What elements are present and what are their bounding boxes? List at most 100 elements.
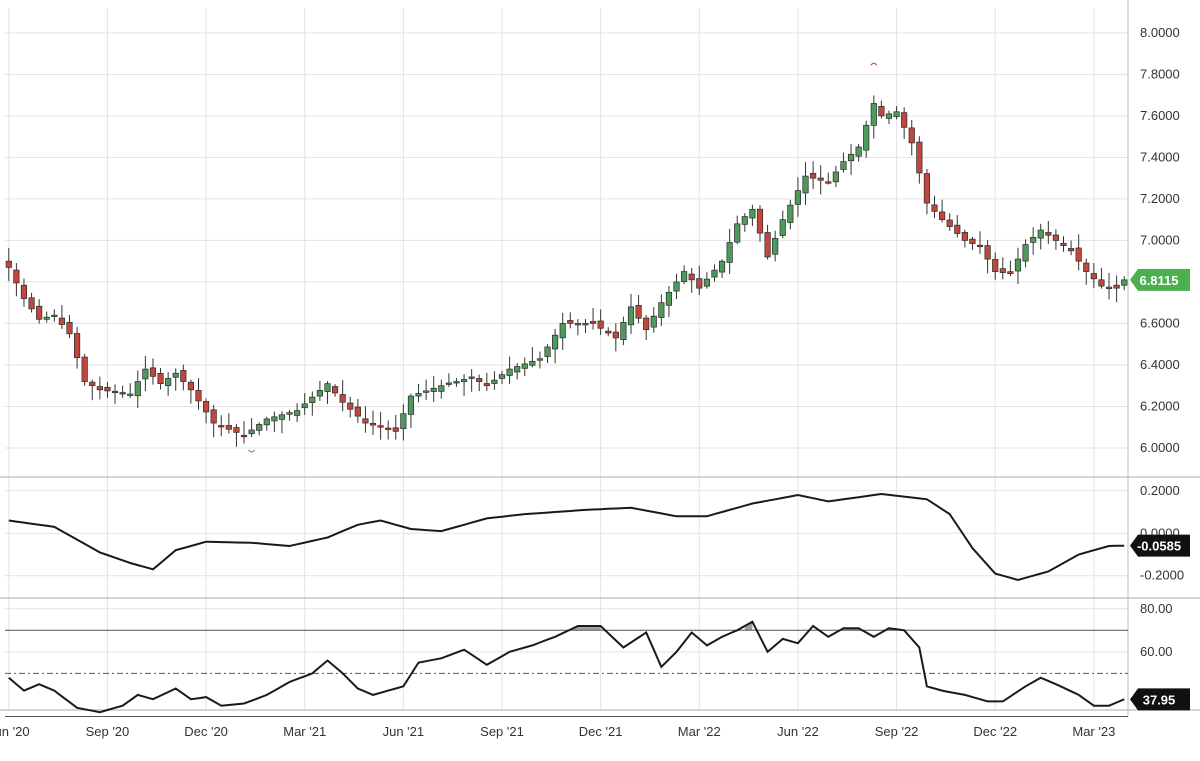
osc-y-tick-label: -0.2000 <box>1140 568 1184 583</box>
candle-up <box>703 278 710 287</box>
candle-up <box>855 146 862 157</box>
candle-down <box>66 322 73 335</box>
candle-down <box>104 386 111 392</box>
candle-down <box>157 373 164 384</box>
candle-down <box>688 273 695 281</box>
x-axis-date-label: Jun '22 <box>777 724 819 739</box>
candle-up <box>256 424 263 431</box>
price-last-value-badge-text: 6.8115 <box>1139 273 1178 288</box>
candle-up <box>521 363 528 369</box>
candle-up <box>582 323 589 326</box>
candle-down <box>58 317 65 325</box>
candle-down <box>1098 279 1105 287</box>
price-y-tick-label: 7.4000 <box>1140 149 1180 164</box>
candle-up <box>43 316 50 320</box>
candle-down <box>908 127 915 144</box>
candle-down <box>1068 248 1075 252</box>
candle-down <box>878 105 885 117</box>
candle-down <box>233 427 240 433</box>
candle-down <box>119 392 126 395</box>
candle-up <box>286 412 293 415</box>
candle-down <box>36 305 43 320</box>
candle-down <box>605 330 612 334</box>
candle-down <box>1090 273 1097 280</box>
candle-down <box>483 383 490 387</box>
candle-up <box>324 383 331 392</box>
candle-down <box>643 317 650 331</box>
candle-up <box>885 113 893 119</box>
candle-up <box>681 271 688 282</box>
x-axis-date-label: Mar '21 <box>283 724 326 739</box>
candle-down <box>954 224 961 234</box>
candle-down <box>999 268 1006 273</box>
candle-down <box>923 173 931 204</box>
x-axis-date-label: Dec '21 <box>579 724 623 739</box>
candle-up <box>650 315 657 328</box>
chart-root: 8.00007.80007.60007.40007.20007.00006.80… <box>0 0 1200 756</box>
candle-down <box>195 390 202 402</box>
candle-up <box>1022 244 1029 262</box>
candle-up <box>574 323 581 326</box>
candle-up <box>514 366 521 373</box>
candle-up <box>802 175 809 194</box>
candle-up <box>726 242 733 263</box>
candle-down <box>1045 232 1052 236</box>
candle-down <box>764 232 771 258</box>
candle-up <box>673 281 680 292</box>
x-axis-date-label: Jun '21 <box>383 724 425 739</box>
grid-layer <box>5 8 1128 710</box>
candle-up <box>271 416 278 422</box>
candle-down <box>347 402 354 410</box>
candle-up <box>749 208 756 219</box>
candle-down <box>210 409 217 424</box>
candle-up <box>1121 279 1128 286</box>
candle-down <box>1083 262 1090 272</box>
period-low-marker <box>248 449 256 453</box>
candle-up <box>1037 229 1044 239</box>
candle-down <box>976 244 984 248</box>
candle-up <box>536 358 544 361</box>
candle-up <box>1105 286 1113 290</box>
candle-down <box>96 386 103 391</box>
candle-down <box>225 425 232 430</box>
candle-up <box>772 237 779 255</box>
reference-lines-layer <box>5 629 1128 717</box>
candle-down <box>392 427 399 432</box>
period-high-marker <box>870 62 878 66</box>
candle-down <box>992 259 999 272</box>
rsi-line <box>8 620 1125 714</box>
candle-up <box>294 410 301 416</box>
candle-down <box>916 141 923 174</box>
price-y-tick-label: 8.0000 <box>1140 25 1180 40</box>
x-axis-date-labels: Jun '20 Sep '20 Dec '20 Mar '21 Jun '21 Sep '… <box>0 724 1115 739</box>
price-y-tick-label: 6.2000 <box>1140 398 1180 413</box>
price-y-tick-label: 7.6000 <box>1140 108 1180 123</box>
candle-down <box>817 177 824 181</box>
candle-up <box>787 204 794 223</box>
candle-down <box>1060 242 1067 246</box>
candle-up <box>423 390 430 393</box>
candle-up <box>741 216 748 225</box>
candle-down <box>13 269 20 284</box>
candle-down <box>476 378 483 382</box>
price-chart-svg: 8.00007.80007.60007.40007.20007.00006.80… <box>0 0 1200 739</box>
candle-down <box>218 425 225 428</box>
candle-down <box>946 219 953 227</box>
price-y-tick-label: 6.4000 <box>1140 357 1180 372</box>
candle-up <box>491 379 498 384</box>
x-axis-date-label: Sep '21 <box>480 724 524 739</box>
candle-down <box>369 423 377 426</box>
candle-up <box>658 302 665 318</box>
candle-down <box>612 331 619 339</box>
candle-down <box>20 284 28 299</box>
candle-down <box>969 238 976 244</box>
candle-down <box>567 320 574 324</box>
rsi-y-tick-label: 80.00 <box>1140 601 1173 616</box>
candle-up <box>847 153 855 162</box>
candle-up <box>460 379 468 383</box>
price-y-tick-label: 6.6000 <box>1140 315 1180 330</box>
candle-up <box>627 306 635 326</box>
candle-down <box>756 208 764 234</box>
candle-up <box>453 381 460 384</box>
candle-down <box>339 394 346 403</box>
